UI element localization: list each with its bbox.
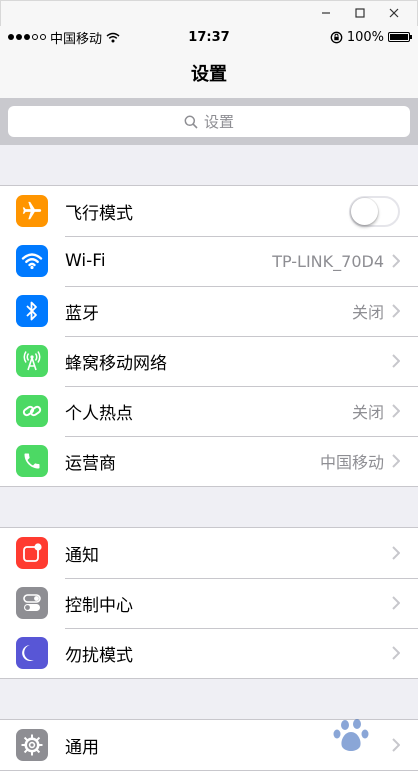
gear-icon [16, 729, 48, 761]
close-button[interactable] [379, 3, 409, 23]
moon-icon [16, 637, 48, 669]
settings-group-connectivity: 飞行模式 Wi-Fi TP-LINK_70D4 蓝牙 关闭 蜂窝移动网络 个人热… [0, 185, 418, 487]
settings-row-value: 关闭 [351, 303, 384, 322]
chevron-right-icon [392, 304, 404, 318]
wifi-icon [16, 245, 48, 277]
settings-row-do-not-disturb[interactable]: 勿扰模式 [0, 628, 418, 678]
rotation-lock-icon [330, 31, 343, 43]
section-spacer [0, 145, 418, 185]
settings-row-bluetooth[interactable]: 蓝牙 关闭 [0, 286, 418, 336]
maximize-button[interactable] [345, 3, 375, 23]
settings-row-airplane-mode: 飞行模式 [0, 186, 418, 236]
navigation-bar: 设置 [0, 48, 418, 98]
settings-row-personal-hotspot[interactable]: 个人热点 关闭 [0, 386, 418, 436]
settings-row-value: 中国移动 [319, 453, 384, 472]
signal-strength-icon [8, 34, 46, 40]
wifi-status-icon [106, 32, 120, 42]
close-icon [389, 8, 399, 18]
settings-row-label: 控制中心 [65, 595, 133, 616]
settings-row-label: 运营商 [65, 453, 116, 474]
settings-row-carrier[interactable]: 运营商 中国移动 [0, 436, 418, 486]
search-placeholder: 设置 [203, 113, 234, 131]
minimize-icon [322, 12, 330, 14]
settings-row-label: 蜂窝移动网络 [65, 353, 167, 374]
settings-group-notifications: 通知 控制中心 勿扰模式 [0, 527, 418, 679]
settings-row-label: Wi-Fi [65, 251, 106, 271]
chevron-right-icon [392, 454, 404, 468]
settings-row-label: 个人热点 [65, 403, 133, 424]
settings-row-label: 飞行模式 [65, 203, 133, 224]
baidu-paw-watermark-icon [330, 717, 378, 755]
airplane-mode-toggle[interactable] [349, 195, 400, 227]
section-spacer [0, 487, 418, 527]
search-icon [184, 115, 198, 129]
chevron-right-icon [392, 546, 404, 560]
settings-row-value: TP-LINK_70D4 [272, 251, 384, 271]
hotspot-icon [16, 395, 48, 427]
notifications-icon [16, 537, 48, 569]
carrier-name: 中国移动 [50, 31, 103, 47]
settings-row-notifications[interactable]: 通知 [0, 528, 418, 578]
minimize-button[interactable] [311, 3, 341, 23]
battery-icon [388, 32, 412, 42]
bluetooth-icon [16, 295, 48, 327]
airplane-icon [16, 195, 48, 227]
toggle-knob [351, 197, 378, 225]
settings-row-label: 蓝牙 [65, 303, 99, 324]
page-title: 设置 [191, 64, 227, 85]
status-bar: 中国移动 17:37 100% [0, 26, 418, 48]
phone-icon [16, 445, 48, 477]
settings-row-label: 勿扰模式 [65, 645, 133, 666]
settings-row-wifi[interactable]: Wi-Fi TP-LINK_70D4 [0, 236, 418, 286]
cellular-antenna-icon [16, 345, 48, 377]
chevron-right-icon [392, 254, 404, 268]
maximize-icon [355, 8, 365, 18]
settings-row-control-center[interactable]: 控制中心 [0, 578, 418, 628]
battery-percentage: 100% [346, 29, 384, 45]
search-input[interactable]: 设置 [8, 106, 410, 137]
control-center-icon [16, 587, 48, 619]
chevron-right-icon [392, 354, 404, 368]
window-titlebar [0, 0, 418, 26]
settings-row-cellular[interactable]: 蜂窝移动网络 [0, 336, 418, 386]
chevron-right-icon [392, 596, 404, 610]
settings-row-value: 关闭 [351, 403, 384, 422]
search-bar-container: 设置 [0, 98, 418, 145]
chevron-right-icon [392, 738, 404, 752]
chevron-right-icon [392, 646, 404, 660]
chevron-right-icon [392, 404, 404, 418]
section-spacer [0, 679, 418, 719]
settings-row-label: 通知 [65, 545, 99, 566]
